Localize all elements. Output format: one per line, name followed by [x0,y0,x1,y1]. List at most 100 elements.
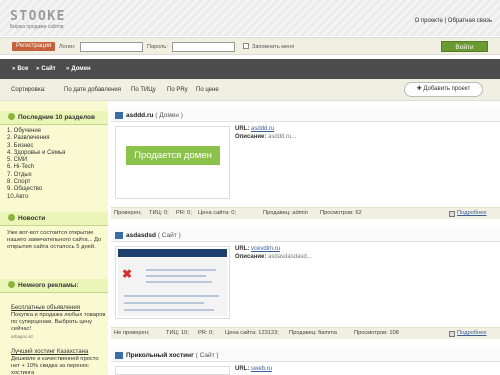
pr-stat: PR: 0; [176,210,192,216]
listing-info: URL: asddd.ru Описание: asddd.ru... [235,126,296,141]
category-item[interactable]: 5. СМИ [7,157,65,164]
category-item[interactable]: 9. Общество [7,186,65,193]
listing-desc: asddd.ru... [268,133,297,140]
site-icon [115,232,123,239]
section-title: Новости [18,215,46,222]
chevron-right-icon: » [12,66,16,72]
listing-header: Прикольный хостинг ( Сайт ) [111,349,500,362]
sidebar-head-ads: Немного рекламы: [0,279,108,293]
ad-url[interactable]: arbagno.kz [11,334,33,339]
category-item[interactable]: 8. Спорт [7,179,65,186]
sort-by-tic[interactable]: По ТИЦу [131,87,156,93]
bullet-icon [8,281,15,288]
url-row: URL: asddd.ru [235,126,296,134]
listing-title-row: asddd.ru ( Домен ) [126,112,183,119]
add-project-button[interactable]: ✚ Добавить проект [404,82,483,97]
price-stat: Цена сайта: 0; [198,210,237,216]
nav-item-label: Домен [71,66,91,72]
url-label: URL: [235,246,250,252]
remember-label: Запомнить меня [252,44,295,50]
listing-url[interactable]: sweb.ru [251,366,272,372]
sort-by-pr[interactable]: По PRу [167,87,188,93]
listing-thumbnail[interactable]: ✖ [115,246,230,319]
sidebar-head-news: Новости [0,212,108,226]
listing-thumbnail[interactable] [115,366,230,375]
listing-stats: Не проверен; ТИЦ: 10; PR: 0; Цена сайта:… [111,327,500,339]
listing-title[interactable]: asdasdsd [126,232,156,239]
listing-url[interactable]: vcevdim.ru [251,246,280,252]
chevron-right-icon: » [66,66,70,72]
chevron-right-icon: » [36,66,40,72]
category-item[interactable]: 4. Здоровье и Семья [7,150,65,157]
sort-by-price[interactable]: По цене [196,87,219,93]
details-link[interactable]: Подробнее [457,328,487,339]
category-nav: » Все » Сайт » Домен [0,59,500,79]
desc-label: Описание: [235,253,267,260]
url-label: URL: [235,126,250,132]
listing-header: asddd.ru ( Домен ) [111,109,500,122]
ad-text: Дешевле и качественней просто нет + 10% … [11,356,99,375]
category-item[interactable]: 7. Отдых [7,172,65,179]
listing-thumbnail[interactable]: Продается домен [115,126,230,199]
section-title: Последние 10 разделов [18,114,95,121]
listing-title-row: asdasdsd ( Сайт ) [126,232,181,239]
screenshot-line [146,281,212,283]
category-item[interactable]: 10.Авто [7,194,65,201]
listing-type: ( Сайт ) [157,232,181,239]
status-stat: Проверен; [114,210,142,216]
site-logo[interactable]: STOOKE [10,9,66,24]
ad-text: Покупка и продажа любых товаров по супер… [11,312,106,332]
details-icon [449,211,455,217]
category-item[interactable]: 1. Обучение [7,128,65,135]
listing-title[interactable]: Прикольный хостинг [126,352,194,359]
screenshot-body [118,258,227,316]
listing-type: ( Домен ) [155,112,183,119]
remember-checkbox[interactable] [243,43,249,49]
details-link[interactable]: Подробнее [457,208,487,219]
domain-for-sale-badge: Продается домен [126,146,220,165]
feedback-link[interactable]: Обратная связь [448,18,492,24]
pr-stat: PR: 0; [198,330,214,336]
sort-bar: Сортировка: По дате добавления По ТИЦу П… [0,79,500,101]
url-row: URL: vcevdim.ru [235,246,312,254]
price-stat: Цена сайта: 123123; [225,330,279,336]
add-project-label: Добавить проект [423,86,471,92]
listing-desc: asdasdasdasd... [268,253,312,260]
listing-title[interactable]: asddd.ru [126,112,153,119]
desc-row: Описание: asdasdasdasd... [235,254,312,262]
nav-item-all[interactable]: » Все [12,66,28,72]
status-stat: Не проверен; [114,330,150,336]
screenshot-line [146,275,206,277]
url-label: URL: [235,366,250,372]
url-row: URL: sweb.ru [235,366,272,374]
login-label: Логин: [59,44,76,50]
nav-item-domain[interactable]: » Домен [66,66,91,72]
ad-title[interactable]: Лучший хостинг Казахстана [11,349,88,355]
listing-info: URL: sweb.ru [235,366,272,374]
sort-by-date[interactable]: По дате добавления [64,87,121,93]
nav-item-site[interactable]: » Сайт [36,66,56,72]
site-header: STOOKE Биржа продажи сайтов О проекте | … [0,0,500,36]
listing-url[interactable]: asddd.ru [251,126,274,132]
category-item[interactable]: 6. Hi-Tech [7,164,65,171]
register-button[interactable]: Регистрация [12,42,56,51]
login-bar: Регистрация Логин: Пароль: Запомнить мен… [0,37,500,55]
listing-header: asdasdsd ( Сайт ) [111,229,500,242]
desc-row: Описание: asddd.ru... [235,134,296,142]
category-item[interactable]: 3. Бизнес [7,143,65,150]
seller-stat: Продавец: fiamma [289,330,337,336]
screenshot-line [124,302,204,304]
login-button[interactable]: Войти [441,41,488,52]
screenshot-line [124,295,219,297]
ad-title[interactable]: Бесплатные объявления [11,305,80,311]
close-icon: ✖ [122,267,133,281]
views-stat: Просмотров: 108 [354,330,399,336]
nav-item-label: Все [17,66,29,72]
nav-item-label: Сайт [41,66,56,72]
password-input[interactable] [172,42,235,52]
category-item[interactable]: 2. Развлечения [7,135,65,142]
tic-stat: ТИЦ: 0; [149,210,169,216]
separator: | [444,18,447,24]
login-input[interactable] [80,42,143,52]
about-link[interactable]: О проекте [415,18,443,24]
